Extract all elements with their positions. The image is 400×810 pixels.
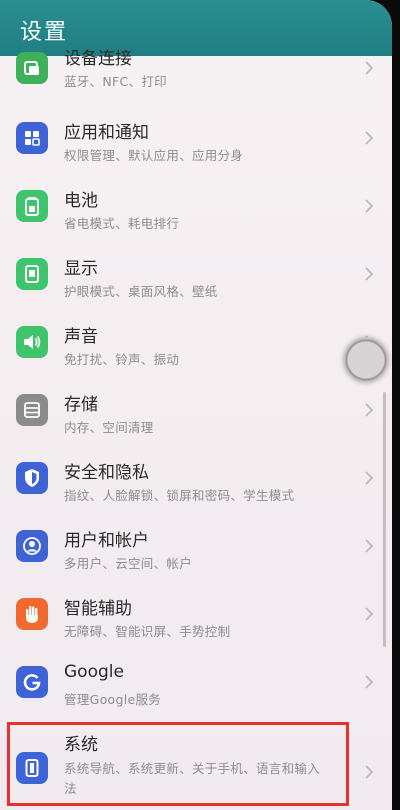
row-title: 显示 [64, 259, 98, 279]
user-icon [16, 530, 48, 562]
screen: 设置 设备连接 蓝牙、NFC、打印 应用和通知 权限管理、默认应用、应用分身 电… [0, 0, 400, 810]
settings-app: 设置 设备连接 蓝牙、NFC、打印 应用和通知 权限管理、默认应用、应用分身 电… [0, 0, 392, 810]
storage-icon [16, 394, 48, 426]
apps-icon [16, 122, 48, 154]
row-subtitle: 多用户、云空间、帐户 [64, 556, 193, 571]
chevron-right-icon [365, 199, 374, 213]
row-subtitle: 指纹、人脸解锁、锁屏和密码、学生模式 [64, 488, 295, 503]
row-title: 应用和通知 [64, 123, 149, 143]
row-title: Google [64, 662, 124, 682]
row-subtitle: 无障碍、智能识屏、手势控制 [64, 624, 231, 639]
settings-item-display[interactable]: 显示 护眼模式、桌面风格、壁纸 [0, 240, 392, 308]
settings-item-users-accounts[interactable]: 用户和帐户 多用户、云空间、帐户 [0, 512, 392, 580]
row-title: 安全和隐私 [64, 463, 149, 483]
chevron-right-icon [365, 675, 374, 689]
row-title: 存储 [64, 395, 98, 415]
chevron-right-icon [365, 539, 374, 553]
scrollbar[interactable] [383, 392, 386, 647]
row-subtitle: 省电模式、耗电排行 [64, 216, 180, 231]
row-subtitle: 免打扰、铃声、振动 [64, 352, 180, 367]
row-subtitle: 护眼模式、桌面风格、壁纸 [64, 284, 218, 299]
row-subtitle: 蓝牙、NFC、打印 [64, 74, 167, 89]
hand-icon [16, 598, 48, 630]
chevron-right-icon [365, 607, 374, 621]
display-icon [16, 258, 48, 290]
sound-icon [16, 326, 48, 358]
row-subtitle: 管理Google服务 [64, 692, 162, 707]
battery-icon [16, 190, 48, 222]
settings-item-battery[interactable]: 电池 省电模式、耗电排行 [0, 172, 392, 240]
settings-item-sound[interactable]: 声音 免打扰、铃声、振动 [0, 308, 392, 376]
highlight-box [7, 722, 349, 806]
shield-icon [16, 462, 48, 494]
chevron-right-icon [365, 131, 374, 145]
google-icon [16, 666, 48, 698]
row-title: 智能辅助 [64, 599, 132, 619]
chevron-right-icon [365, 267, 374, 281]
settings-item-smart-assist[interactable]: 智能辅助 无障碍、智能识屏、手势控制 [0, 580, 392, 648]
chevron-right-icon [365, 765, 374, 779]
settings-item-device-connection[interactable]: 设备连接 蓝牙、NFC、打印 [0, 34, 392, 102]
floating-assistive-button[interactable] [343, 337, 389, 383]
row-title: 电池 [64, 191, 98, 211]
row-subtitle: 内存、空间清理 [64, 420, 154, 435]
row-title: 用户和帐户 [64, 531, 149, 551]
device-connect-icon [16, 52, 48, 84]
row-subtitle: 权限管理、默认应用、应用分身 [64, 148, 244, 163]
row-title: 设备连接 [64, 49, 132, 69]
settings-item-apps-notifications[interactable]: 应用和通知 权限管理、默认应用、应用分身 [0, 104, 392, 172]
row-title: 声音 [64, 327, 98, 347]
settings-item-google[interactable]: Google 管理Google服务 [0, 648, 392, 716]
chevron-right-icon [365, 61, 374, 75]
chevron-right-icon [365, 471, 374, 485]
settings-item-storage[interactable]: 存储 内存、空间清理 [0, 376, 392, 444]
settings-item-security-privacy[interactable]: 安全和隐私 指纹、人脸解锁、锁屏和密码、学生模式 [0, 444, 392, 512]
chevron-right-icon [365, 403, 374, 417]
